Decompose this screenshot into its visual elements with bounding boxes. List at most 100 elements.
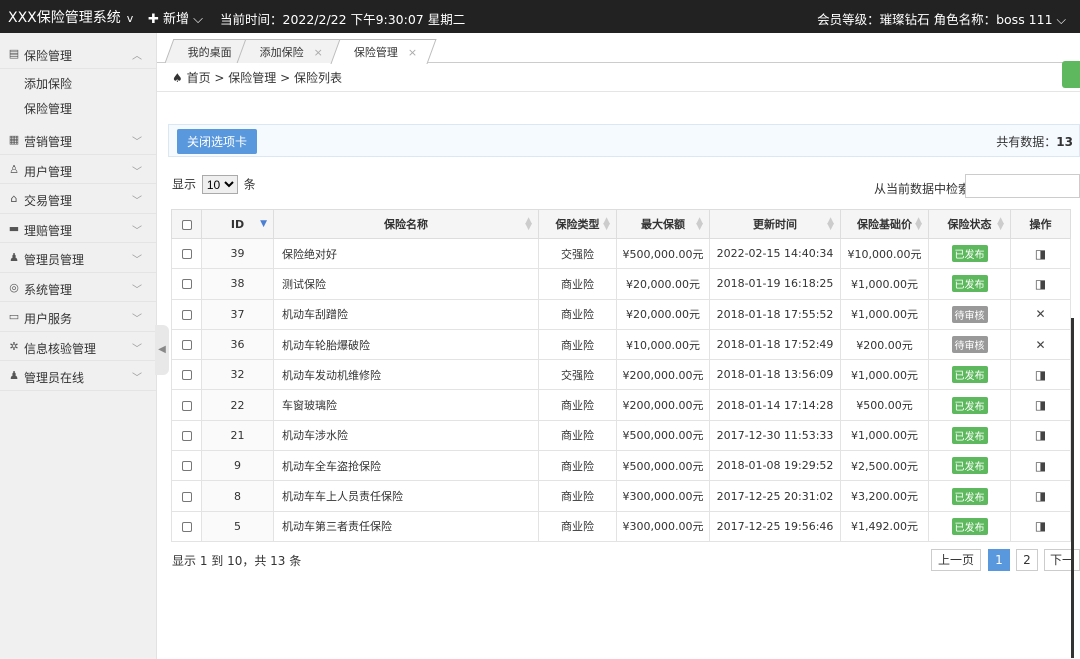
status-badge: 已发布 (951, 396, 988, 414)
status-badge: 已发布 (951, 517, 988, 535)
page-length-select[interactable]: 10 (201, 175, 238, 194)
row-checkbox[interactable] (171, 237, 202, 270)
chevron-down-icon: ﹀ (132, 284, 142, 296)
cell-type: 商业险 (538, 510, 617, 542)
submenu-item[interactable]: 添加保险 (0, 69, 156, 94)
col-name[interactable]: 保险名称 ▲ ▼ (273, 209, 539, 239)
cell-actions: ✕ (1010, 298, 1071, 330)
cell-name: 机动车第三者责任保险 (273, 510, 539, 542)
refresh-button[interactable] (1062, 61, 1080, 88)
cell-base-price: ¥200.00元 (840, 328, 929, 361)
row-checkbox[interactable] (171, 450, 202, 482)
cell-actions: ◨ (1010, 359, 1071, 391)
chevron-down-icon: ﹀ (132, 137, 142, 148)
sidebar-item-claim[interactable]: ▬ 理赔管理 ﹀ (0, 214, 156, 243)
row-checkbox[interactable] (171, 510, 202, 542)
next-page-button[interactable]: 下一 (1044, 549, 1080, 571)
tab-insurance-manage[interactable]: 保险管理 × (330, 39, 437, 64)
cell-id: 36 (201, 328, 274, 361)
tools-icon[interactable]: ✕ (1035, 307, 1045, 321)
cell-base-price: ¥3,200.00元 (840, 480, 929, 512)
cell-type: 商业险 (538, 328, 617, 361)
sidebar-item-marketing[interactable]: ▦ 营销管理 ﹀ (0, 125, 156, 155)
user-role-menu[interactable]: 会员等级：璀璨钻石 角色名称：boss 111 ⌵ (817, 9, 1066, 28)
cell-base-price: ¥1,000.00元 (840, 298, 929, 330)
page-length-control: 显示 10 条 (172, 175, 256, 194)
cell-name: 保险绝对好 (273, 237, 539, 270)
table-row: 38 测试保险 商业险 ¥20,000.00元 2018-01-19 16:18:25 ¥… (171, 268, 1071, 300)
tab-add-insurance[interactable]: 添加保险 × (236, 39, 343, 63)
publish-icon[interactable]: ◨ (1035, 277, 1046, 291)
close-tabs-button[interactable]: 关闭选项卡 (177, 129, 258, 154)
publish-icon[interactable]: ◨ (1035, 459, 1046, 473)
status-badge: 已发布 (951, 275, 988, 293)
publish-icon[interactable]: ◨ (1035, 428, 1046, 442)
cell-id: 21 (201, 419, 274, 452)
cell-status: 已发布 (928, 419, 1011, 452)
row-checkbox[interactable] (171, 268, 202, 300)
publish-icon[interactable]: ◨ (1035, 368, 1046, 382)
publish-icon[interactable]: ◨ (1035, 489, 1046, 503)
search-input[interactable] (965, 174, 1080, 198)
cell-actions: ◨ (1010, 268, 1071, 300)
row-checkbox[interactable] (171, 389, 202, 421)
row-checkbox[interactable] (171, 328, 202, 361)
sidebar-item-system[interactable]: ◎ 系统管理 ﹀ (0, 273, 156, 302)
prev-page-button[interactable]: 上一页 (931, 549, 981, 571)
sidebar-item-service[interactable]: ▭ 用户服务 ﹀ (0, 302, 156, 332)
sidebar-item-label: 信息核验管理 (24, 341, 97, 356)
sidebar-item-label: 营销管理 (24, 135, 73, 149)
sort-icon: ▲ ▼ (915, 216, 922, 232)
publish-icon[interactable]: ◨ (1035, 398, 1046, 412)
cell-type: 商业险 (538, 450, 617, 482)
sidebar-item-trade[interactable]: ⌂ 交易管理 ﹀ (0, 184, 156, 214)
col-max-amount[interactable]: 最大保额 ▲ ▼ (616, 209, 710, 239)
cell-status: 已发布 (928, 510, 1011, 542)
cell-name: 机动车全车盗抢保险 (273, 450, 539, 482)
tab-close-icon[interactable]: × (408, 46, 417, 59)
col-update-time[interactable]: 更新时间 ▲ ▼ (709, 209, 841, 239)
publish-icon[interactable]: ◨ (1035, 247, 1046, 261)
scrollbar[interactable] (1071, 318, 1074, 658)
cell-name: 机动车涉水险 (273, 419, 539, 452)
marketing-icon: ▦ (8, 133, 20, 146)
cell-actions: ✕ (1010, 328, 1071, 361)
admin-icon: ♟ (9, 251, 19, 264)
row-checkbox[interactable] (171, 359, 202, 391)
chevron-up-icon: ︿ (132, 51, 142, 62)
new-menu-button[interactable]: ✚ 新增 ⌵ (148, 8, 203, 27)
row-checkbox[interactable] (171, 419, 202, 452)
sidebar-item-user[interactable]: ♙ 用户管理 ﹀ (0, 155, 156, 184)
submenu-item[interactable]: 保险管理 (0, 94, 156, 125)
cell-id: 8 (201, 480, 274, 512)
sidebar-menu: ▤ 保险管理 ︿ 添加保险 保险管理 ▦ 营销管理 ﹀ ♙ 用户管理 ﹀ ⌂ 交易管理 ﹀ ▬ 理赔管理 ﹀ ♟ 管… (0, 33, 157, 659)
table-header-row: ID ▼ 保险名称 ▲ ▼ 保险类型 ▲ ▼ 最大保额 ▲ ▼ 更新时间 ▲ ▼ 保险基础价 ▲ ▼ … (171, 209, 1071, 239)
select-all-checkbox[interactable] (171, 209, 202, 239)
page-2-button[interactable]: 2 (1016, 549, 1038, 571)
cell-base-price: ¥1,000.00元 (840, 268, 929, 300)
col-status[interactable]: 保险状态 ▲ ▼ (928, 209, 1011, 239)
chevron-down-icon: ﹀ (132, 255, 142, 266)
cell-status: 已发布 (928, 480, 1011, 512)
cell-actions: ◨ (1010, 237, 1071, 270)
cell-status: 已发布 (928, 268, 1011, 300)
col-base-price[interactable]: 保险基础价 ▲ ▼ (840, 209, 929, 239)
page-1-button[interactable]: 1 (988, 549, 1010, 571)
tab-close-icon[interactable]: × (314, 46, 323, 59)
sidebar-item-admin[interactable]: ♟ 管理员管理 ﹀ (0, 243, 156, 273)
insurance-icon: ▤ (8, 47, 20, 60)
col-id[interactable]: ID ▼ (201, 209, 274, 239)
sidebar-collapse-icon[interactable]: ◀ (155, 325, 169, 375)
row-checkbox[interactable] (171, 298, 202, 330)
col-type[interactable]: 保险类型 ▲ ▼ (538, 209, 617, 239)
table-row: 21 机动车涉水险 商业险 ¥500,000.00元 2017-12-30 11:53:… (171, 419, 1071, 452)
sidebar-item-online[interactable]: ♟ 管理员在线 ﹀ (0, 361, 156, 391)
row-checkbox[interactable] (171, 480, 202, 512)
table-info: 显示 1 到 10，共 13 条 (172, 554, 302, 568)
tools-icon[interactable]: ✕ (1035, 338, 1045, 352)
app-title[interactable]: XXX保险管理系统 v (8, 7, 133, 27)
sidebar-item-verify[interactable]: ✲ 信息核验管理 ﹀ (0, 332, 156, 361)
publish-icon[interactable]: ◨ (1035, 519, 1046, 533)
sidebar-item-insurance[interactable]: ▤ 保险管理 ︿ (0, 33, 156, 69)
cell-update-time: 2018-01-14 17:14:28 (709, 389, 841, 421)
